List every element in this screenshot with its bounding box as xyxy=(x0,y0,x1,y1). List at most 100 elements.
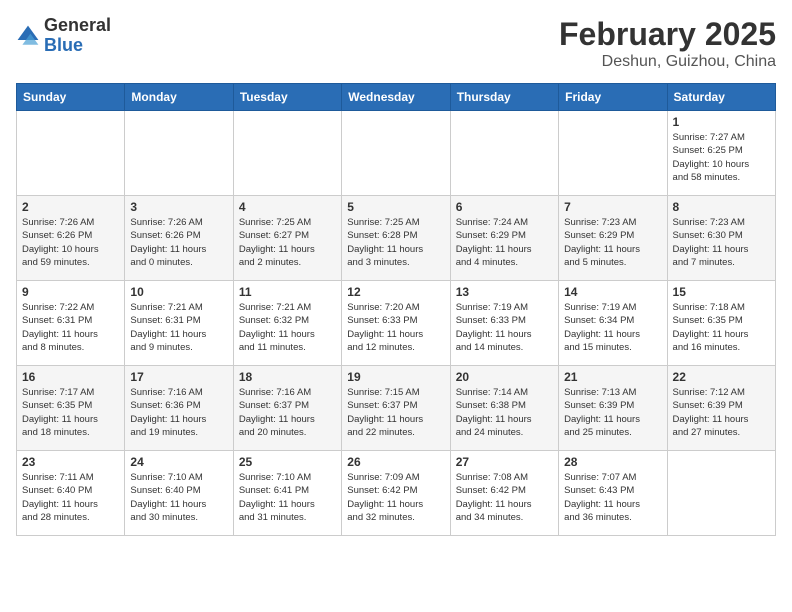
calendar-week-row: 23 Sunrise: 7:11 AM Sunset: 6:40 PM Dayli… xyxy=(17,451,776,536)
calendar-header-row: SundayMondayTuesdayWednesdayThursdayFrid… xyxy=(17,84,776,111)
calendar-cell xyxy=(17,111,125,196)
calendar-cell xyxy=(342,111,450,196)
day-info: Sunrise: 7:27 AM Sunset: 6:25 PM Dayligh… xyxy=(673,131,770,184)
calendar-cell xyxy=(233,111,341,196)
day-info: Sunrise: 7:18 AM Sunset: 6:35 PM Dayligh… xyxy=(673,301,770,354)
weekday-header: Thursday xyxy=(450,84,558,111)
calendar-week-row: 16Sunrise: 7:17 AM Sunset: 6:35 PM Dayli… xyxy=(17,366,776,451)
calendar-cell: 7 Sunrise: 7:23 AM Sunset: 6:29 PM Daylig… xyxy=(559,196,667,281)
day-info: Sunrise: 7:20 AM Sunset: 6:33 PM Dayligh… xyxy=(347,301,444,354)
calendar-cell: 22 Sunrise: 7:12 AM Sunset: 6:39 PM Dayli… xyxy=(667,366,775,451)
calendar-cell xyxy=(667,451,775,536)
day-number: 12 xyxy=(347,285,444,299)
day-number: 3 xyxy=(130,200,227,214)
day-number: 2 xyxy=(22,200,119,214)
logo-icon xyxy=(16,24,40,48)
calendar-cell: 21Sunrise: 7:13 AM Sunset: 6:39 PM Dayli… xyxy=(559,366,667,451)
day-info: Sunrise: 7:07 AM Sunset: 6:43 PM Dayligh… xyxy=(564,471,661,524)
day-info: Sunrise: 7:14 AM Sunset: 6:38 PM Dayligh… xyxy=(456,386,553,439)
calendar-cell: 19Sunrise: 7:15 AM Sunset: 6:37 PM Dayli… xyxy=(342,366,450,451)
calendar-cell: 8 Sunrise: 7:23 AM Sunset: 6:30 PM Daylig… xyxy=(667,196,775,281)
day-info: Sunrise: 7:16 AM Sunset: 6:36 PM Dayligh… xyxy=(130,386,227,439)
calendar: SundayMondayTuesdayWednesdayThursdayFrid… xyxy=(16,83,776,536)
calendar-cell: 14 Sunrise: 7:19 AM Sunset: 6:34 PM Dayli… xyxy=(559,281,667,366)
day-info: Sunrise: 7:21 AM Sunset: 6:31 PM Dayligh… xyxy=(130,301,227,354)
day-number: 19 xyxy=(347,370,444,384)
day-number: 8 xyxy=(673,200,770,214)
title-block: February 2025 Deshun, Guizhou, China xyxy=(559,16,776,71)
calendar-cell: 4 Sunrise: 7:25 AM Sunset: 6:27 PM Daylig… xyxy=(233,196,341,281)
day-info: Sunrise: 7:16 AM Sunset: 6:37 PM Dayligh… xyxy=(239,386,336,439)
logo-blue: Blue xyxy=(44,35,83,55)
logo: General Blue xyxy=(16,16,111,56)
weekday-header: Wednesday xyxy=(342,84,450,111)
day-info: Sunrise: 7:23 AM Sunset: 6:30 PM Dayligh… xyxy=(673,216,770,269)
day-number: 17 xyxy=(130,370,227,384)
calendar-cell: 24Sunrise: 7:10 AM Sunset: 6:40 PM Dayli… xyxy=(125,451,233,536)
logo-general: General xyxy=(44,15,111,35)
day-info: Sunrise: 7:25 AM Sunset: 6:27 PM Dayligh… xyxy=(239,216,336,269)
day-info: Sunrise: 7:11 AM Sunset: 6:40 PM Dayligh… xyxy=(22,471,119,524)
day-info: Sunrise: 7:26 AM Sunset: 6:26 PM Dayligh… xyxy=(22,216,119,269)
calendar-cell: 25 Sunrise: 7:10 AM Sunset: 6:41 PM Dayli… xyxy=(233,451,341,536)
calendar-cell xyxy=(125,111,233,196)
day-info: Sunrise: 7:23 AM Sunset: 6:29 PM Dayligh… xyxy=(564,216,661,269)
day-info: Sunrise: 7:25 AM Sunset: 6:28 PM Dayligh… xyxy=(347,216,444,269)
day-number: 22 xyxy=(673,370,770,384)
calendar-cell: 11Sunrise: 7:21 AM Sunset: 6:32 PM Dayli… xyxy=(233,281,341,366)
day-number: 20 xyxy=(456,370,553,384)
page-header: General Blue February 2025 Deshun, Guizh… xyxy=(16,16,776,71)
calendar-cell xyxy=(559,111,667,196)
month-title: February 2025 xyxy=(559,16,776,53)
day-number: 18 xyxy=(239,370,336,384)
day-number: 7 xyxy=(564,200,661,214)
day-info: Sunrise: 7:10 AM Sunset: 6:41 PM Dayligh… xyxy=(239,471,336,524)
day-info: Sunrise: 7:10 AM Sunset: 6:40 PM Dayligh… xyxy=(130,471,227,524)
day-number: 1 xyxy=(673,115,770,129)
day-info: Sunrise: 7:12 AM Sunset: 6:39 PM Dayligh… xyxy=(673,386,770,439)
day-number: 26 xyxy=(347,455,444,469)
day-number: 6 xyxy=(456,200,553,214)
day-info: Sunrise: 7:19 AM Sunset: 6:34 PM Dayligh… xyxy=(564,301,661,354)
location: Deshun, Guizhou, China xyxy=(559,53,776,71)
day-info: Sunrise: 7:19 AM Sunset: 6:33 PM Dayligh… xyxy=(456,301,553,354)
weekday-header: Friday xyxy=(559,84,667,111)
calendar-cell: 2 Sunrise: 7:26 AM Sunset: 6:26 PM Daylig… xyxy=(17,196,125,281)
calendar-cell: 23 Sunrise: 7:11 AM Sunset: 6:40 PM Dayli… xyxy=(17,451,125,536)
calendar-cell: 16Sunrise: 7:17 AM Sunset: 6:35 PM Dayli… xyxy=(17,366,125,451)
day-info: Sunrise: 7:13 AM Sunset: 6:39 PM Dayligh… xyxy=(564,386,661,439)
day-number: 23 xyxy=(22,455,119,469)
calendar-week-row: 9 Sunrise: 7:22 AM Sunset: 6:31 PM Daylig… xyxy=(17,281,776,366)
day-number: 27 xyxy=(456,455,553,469)
weekday-header: Saturday xyxy=(667,84,775,111)
calendar-cell: 6 Sunrise: 7:24 AM Sunset: 6:29 PM Daylig… xyxy=(450,196,558,281)
calendar-week-row: 1 Sunrise: 7:27 AM Sunset: 6:25 PM Daylig… xyxy=(17,111,776,196)
day-number: 4 xyxy=(239,200,336,214)
day-number: 10 xyxy=(130,285,227,299)
day-number: 9 xyxy=(22,285,119,299)
day-number: 5 xyxy=(347,200,444,214)
weekday-header: Monday xyxy=(125,84,233,111)
day-info: Sunrise: 7:17 AM Sunset: 6:35 PM Dayligh… xyxy=(22,386,119,439)
calendar-cell xyxy=(450,111,558,196)
day-info: Sunrise: 7:22 AM Sunset: 6:31 PM Dayligh… xyxy=(22,301,119,354)
calendar-cell: 5 Sunrise: 7:25 AM Sunset: 6:28 PM Daylig… xyxy=(342,196,450,281)
weekday-header: Sunday xyxy=(17,84,125,111)
calendar-cell: 3 Sunrise: 7:26 AM Sunset: 6:26 PM Daylig… xyxy=(125,196,233,281)
calendar-cell: 28Sunrise: 7:07 AM Sunset: 6:43 PM Dayli… xyxy=(559,451,667,536)
calendar-cell: 15Sunrise: 7:18 AM Sunset: 6:35 PM Dayli… xyxy=(667,281,775,366)
calendar-week-row: 2 Sunrise: 7:26 AM Sunset: 6:26 PM Daylig… xyxy=(17,196,776,281)
day-info: Sunrise: 7:08 AM Sunset: 6:42 PM Dayligh… xyxy=(456,471,553,524)
day-number: 14 xyxy=(564,285,661,299)
day-number: 11 xyxy=(239,285,336,299)
logo-text: General Blue xyxy=(44,16,111,56)
calendar-cell: 1 Sunrise: 7:27 AM Sunset: 6:25 PM Daylig… xyxy=(667,111,775,196)
calendar-cell: 13Sunrise: 7:19 AM Sunset: 6:33 PM Dayli… xyxy=(450,281,558,366)
day-info: Sunrise: 7:24 AM Sunset: 6:29 PM Dayligh… xyxy=(456,216,553,269)
calendar-cell: 12 Sunrise: 7:20 AM Sunset: 6:33 PM Dayli… xyxy=(342,281,450,366)
day-info: Sunrise: 7:26 AM Sunset: 6:26 PM Dayligh… xyxy=(130,216,227,269)
day-number: 25 xyxy=(239,455,336,469)
calendar-cell: 26Sunrise: 7:09 AM Sunset: 6:42 PM Dayli… xyxy=(342,451,450,536)
calendar-cell: 9 Sunrise: 7:22 AM Sunset: 6:31 PM Daylig… xyxy=(17,281,125,366)
calendar-cell: 17 Sunrise: 7:16 AM Sunset: 6:36 PM Dayli… xyxy=(125,366,233,451)
